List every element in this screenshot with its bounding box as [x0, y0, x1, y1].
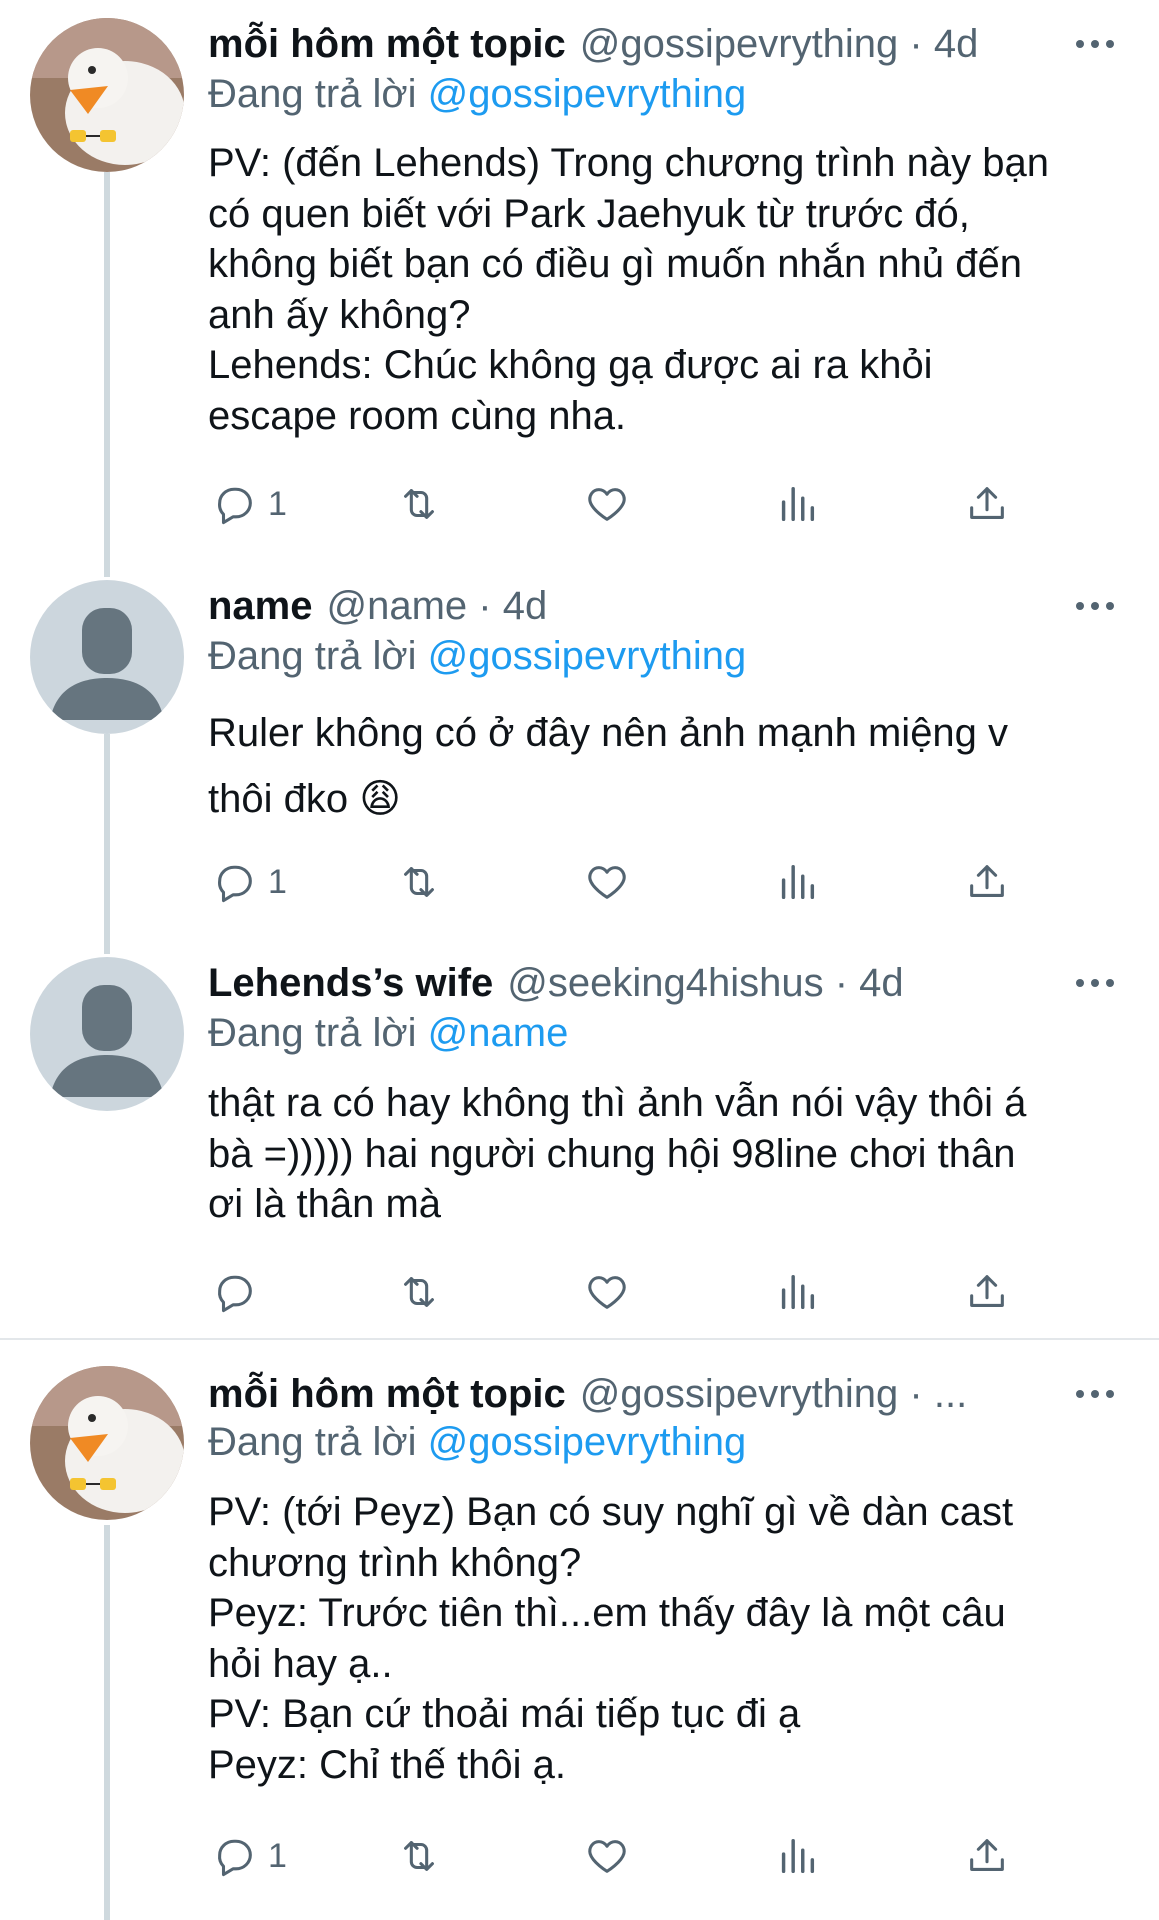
more-icon — [1076, 979, 1114, 987]
more-options-button[interactable] — [1071, 582, 1119, 630]
tweet-text: thật ra có hay không thì ảnh vẫn nói vậy… — [208, 1081, 1027, 1226]
analytics-icon — [781, 864, 815, 900]
replying-to: Đang trả lời @gossipevrything — [208, 1420, 746, 1465]
analytics-button[interactable] — [774, 1262, 820, 1322]
reply-icon — [218, 865, 252, 903]
more-icon — [1076, 1390, 1114, 1398]
avatar[interactable] — [30, 957, 184, 1111]
analytics-icon — [781, 1838, 815, 1874]
retweet-button[interactable] — [396, 474, 442, 534]
share-icon — [970, 487, 1004, 519]
more-options-button[interactable] — [1071, 1370, 1119, 1418]
more-icon — [1076, 40, 1114, 48]
display-name[interactable]: mỗi hôm một topic — [208, 1372, 566, 1417]
reply-button[interactable]: 1 — [212, 852, 287, 912]
handle-timestamp[interactable]: @gossipevrything · ... — [580, 1372, 967, 1417]
replying-to-handle[interactable]: @gossipevrything — [428, 1420, 747, 1464]
like-icon — [588, 866, 626, 899]
handle-timestamp[interactable]: @seeking4hishus · 4d — [507, 961, 903, 1006]
replying-to: Đang trả lời @name — [208, 1011, 568, 1056]
avatar[interactable] — [30, 580, 184, 734]
divider — [0, 1338, 1159, 1340]
retweet-icon — [404, 867, 434, 897]
share-button[interactable] — [964, 1262, 1010, 1322]
replying-to-label: Đang trả lời — [208, 1011, 417, 1055]
replying-to-label: Đang trả lời — [208, 634, 417, 678]
share-icon — [970, 865, 1004, 897]
share-icon — [970, 1275, 1004, 1307]
like-button[interactable] — [584, 1826, 630, 1886]
retweet-icon — [404, 1841, 434, 1871]
reply-icon — [218, 487, 252, 525]
avatar[interactable] — [30, 1366, 184, 1520]
replying-to: Đang trả lời @gossipevrything — [208, 634, 746, 679]
tweet[interactable]: mỗi hôm một topic @gossipevrything · 4d … — [0, 0, 1159, 580]
tweet-text: PV: (tới Peyz) Bạn có suy nghĩ gì về dàn… — [208, 1490, 1014, 1787]
retweet-icon — [404, 489, 434, 519]
share-button[interactable] — [964, 852, 1010, 912]
tweet-text: PV: (đến Lehends) Trong chương trình này… — [208, 141, 1049, 438]
default-avatar-image — [30, 580, 184, 734]
display-name[interactable]: name — [208, 584, 313, 629]
reply-count: 1 — [268, 1836, 287, 1875]
analytics-icon — [781, 1274, 815, 1310]
share-icon — [970, 1839, 1004, 1871]
handle-timestamp[interactable]: @name · 4d — [327, 584, 548, 629]
display-name[interactable]: mỗi hôm một topic — [208, 22, 566, 67]
reply-button[interactable]: 1 — [212, 1826, 287, 1886]
retweet-button[interactable] — [396, 1826, 442, 1886]
reply-icon — [218, 1275, 252, 1313]
tweet-actions: 1 — [208, 1826, 1038, 1886]
like-icon — [588, 1276, 626, 1309]
tweet-actions: 1 — [208, 474, 1038, 534]
like-icon — [588, 1840, 626, 1873]
analytics-button[interactable] — [774, 852, 820, 912]
tweet-actions — [208, 1262, 1038, 1322]
retweet-button[interactable] — [396, 1262, 442, 1322]
thread-line — [104, 1525, 110, 1920]
share-button[interactable] — [964, 474, 1010, 534]
like-button[interactable] — [584, 852, 630, 912]
like-icon — [588, 488, 626, 521]
tweet-text: Ruler không có ở đây nên ảnh mạnh miệng … — [208, 711, 1009, 821]
more-options-button[interactable] — [1071, 20, 1119, 68]
replying-to-label: Đang trả lời — [208, 72, 417, 116]
reply-count: 1 — [268, 484, 287, 523]
reply-icon — [218, 1839, 252, 1877]
replying-to: Đang trả lời @gossipevrything — [208, 72, 746, 117]
analytics-button[interactable] — [774, 474, 820, 534]
share-button[interactable] — [964, 1826, 1010, 1886]
duck-avatar-image — [30, 18, 184, 172]
retweet-button[interactable] — [396, 852, 442, 912]
more-icon — [1076, 602, 1114, 610]
reply-button[interactable]: 1 — [212, 474, 287, 534]
retweet-icon — [404, 1277, 434, 1307]
replying-to-label: Đang trả lời — [208, 1420, 417, 1464]
analytics-icon — [781, 486, 815, 522]
default-avatar-image — [30, 957, 184, 1111]
duck-avatar-image — [30, 1366, 184, 1520]
reply-button[interactable] — [212, 1262, 268, 1322]
like-button[interactable] — [584, 1262, 630, 1322]
replying-to-handle[interactable]: @gossipevrything — [428, 634, 747, 678]
thread-line — [104, 734, 110, 954]
like-button[interactable] — [584, 474, 630, 534]
tweet-actions: 1 — [208, 852, 1038, 912]
more-options-button[interactable] — [1071, 959, 1119, 1007]
replying-to-handle[interactable]: @gossipevrything — [428, 72, 747, 116]
avatar[interactable] — [30, 18, 184, 172]
handle-timestamp[interactable]: @gossipevrything · 4d — [580, 22, 979, 67]
analytics-button[interactable] — [774, 1826, 820, 1886]
display-name[interactable]: Lehends’s wife — [208, 961, 493, 1006]
replying-to-handle[interactable]: @name — [428, 1011, 569, 1055]
reply-count: 1 — [268, 862, 287, 901]
